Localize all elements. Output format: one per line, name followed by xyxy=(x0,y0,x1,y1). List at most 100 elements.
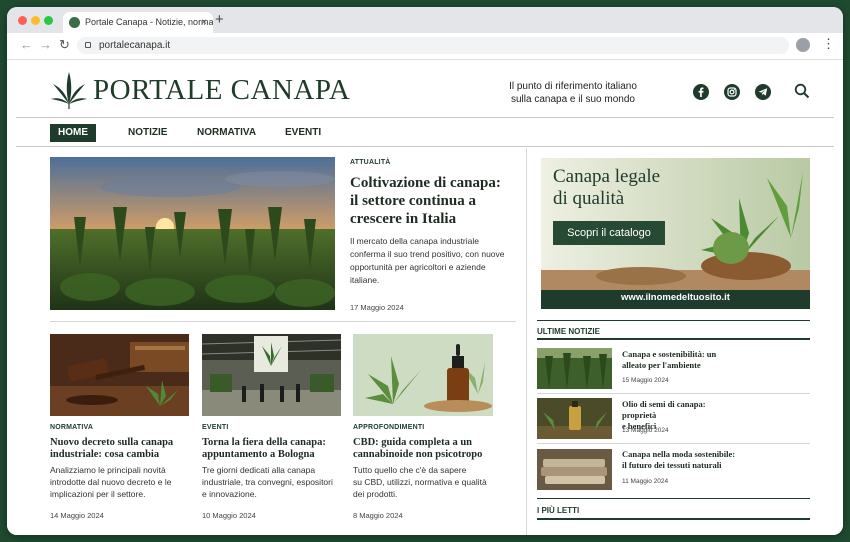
featured-date: 17 Maggio 2024 xyxy=(350,303,404,312)
featured-category[interactable]: ATTUALITÀ xyxy=(350,159,391,166)
new-tab-button[interactable]: + xyxy=(215,11,224,28)
leaf-favicon-icon xyxy=(69,17,80,28)
article-2-date: 10 Maggio 2024 xyxy=(202,511,256,520)
latest-top-line xyxy=(537,320,810,321)
site-tagline: Il punto di riferimento italiano sulla c… xyxy=(503,80,643,106)
latest-divider-1 xyxy=(537,393,810,394)
back-arrow-icon[interactable]: ← xyxy=(20,37,33,52)
promo-banner[interactable]: Canapa legale di qualità Scopri il catal… xyxy=(541,158,810,309)
article-1-title-line-2: industriale: cosa cambia xyxy=(50,449,160,460)
maximize-window-button[interactable] xyxy=(44,16,53,25)
article-1-excerpt: Analizziamo le principali novità introdo… xyxy=(50,464,195,500)
featured-excerpt: Il mercato della canapa industriale conf… xyxy=(350,235,520,287)
banner-site-url[interactable]: www.ilnomedeltuosito.it xyxy=(541,292,810,303)
tagline-line-2: sulla canapa e il suo mondo xyxy=(511,94,635,105)
article-3-date: 8 Maggio 2024 xyxy=(353,511,403,520)
most-read-underline xyxy=(537,518,810,520)
article-1-excerpt-line-3: implicazioni per il settore. xyxy=(50,489,146,499)
article-2-excerpt: Tre giorni dedicati alla canapa industri… xyxy=(202,464,347,500)
article-3-excerpt: Tutto quello che c'è da sapere su CBD, u… xyxy=(353,464,513,500)
profile-avatar[interactable] xyxy=(796,38,810,52)
latest-2-title-line-1: Olio di semi di canapa: proprietà xyxy=(622,399,706,420)
featured-excerpt-line-3: opportunità per agricoltori e aziende xyxy=(350,262,486,272)
latest-1-date: 15 Maggio 2024 xyxy=(622,377,669,384)
url-field[interactable]: portalecanapa.it xyxy=(77,37,789,54)
article-3-title-line-2: cannabinoide non psicotropo xyxy=(353,449,483,460)
latest-2-image[interactable] xyxy=(537,398,612,439)
banner-headline: Canapa legale di qualità xyxy=(553,166,660,210)
latest-1-image[interactable] xyxy=(537,348,612,389)
menu-item-home[interactable]: HOME xyxy=(50,124,96,142)
article-image-cbd-oil[interactable] xyxy=(353,334,493,416)
article-2-title-line-2: appuntamento a Bologna xyxy=(202,449,315,460)
article-2-excerpt-line-2: industriale, tra convegni, espositori xyxy=(202,477,333,487)
latest-3-date: 11 Maggio 2024 xyxy=(622,478,669,485)
close-tab-icon[interactable]: × xyxy=(201,12,207,33)
reload-icon[interactable]: ↻ xyxy=(59,37,70,53)
catalog-button[interactable]: Scopri il catalogo xyxy=(553,221,665,245)
menu-item-normativa[interactable]: NORMATIVA xyxy=(197,124,256,142)
article-2-excerpt-line-1: Tre giorni dedicati alla canapa xyxy=(202,465,316,475)
featured-title-line-3: crescere in Italia xyxy=(350,211,457,227)
address-bar: ← → ↻ portalecanapa.it ⋮ xyxy=(7,33,843,60)
latest-3-title-line-2: il futuro dei tessuti naturali xyxy=(622,460,722,470)
latest-3-title[interactable]: Canapa nella moda sostenibile: il futuro… xyxy=(622,449,742,471)
article-image-gavel[interactable] xyxy=(50,334,189,416)
featured-excerpt-line-2: conferma il suo trend positivo, con nuov… xyxy=(350,249,505,259)
browser-tab[interactable]: Portale Canapa - Notizie, normati × xyxy=(63,12,213,33)
web-page: PORTALE CANAPA Il punto di riferimento i… xyxy=(7,60,843,535)
article-3-excerpt-line-2: su CBD, utilizzi, normativa e qualità xyxy=(353,477,487,487)
most-read-title: I PIÙ LETTI xyxy=(537,506,580,515)
article-image-fair[interactable] xyxy=(202,334,341,416)
article-1-category[interactable]: NORMATIVA xyxy=(50,424,93,431)
url-text: portalecanapa.it xyxy=(99,40,171,51)
featured-excerpt-line-4: italiane. xyxy=(350,275,380,285)
article-2-title-line-1: Torna la fiera della canapa: xyxy=(202,437,326,448)
minimize-window-button[interactable] xyxy=(31,16,40,25)
tab-bar: Portale Canapa - Notizie, normati × + xyxy=(7,7,843,33)
article-2-category[interactable]: EVENTI xyxy=(202,424,228,431)
article-3-excerpt-line-1: Tutto quello che c'è da sapere xyxy=(353,465,467,475)
latest-1-title-line-2: alleato per l'ambiente xyxy=(622,360,701,370)
featured-image-hemp-field-sunset[interactable] xyxy=(50,157,335,310)
article-3-title-line-1: CBD: guida completa a un xyxy=(353,437,473,448)
featured-title-line-2: il settore continua a xyxy=(350,193,476,209)
latest-3-image[interactable] xyxy=(537,449,612,490)
popular-top-line xyxy=(537,498,810,499)
latest-2-date: 13 Maggio 2024 xyxy=(622,427,669,434)
telegram-icon[interactable] xyxy=(755,84,771,100)
article-1-excerpt-line-2: introdotte dal nuovo decreto e le xyxy=(50,477,172,487)
hemp-leaf-logo-icon[interactable] xyxy=(50,70,88,110)
article-1-title-line-1: Nuovo decreto sulla canapa xyxy=(50,437,174,448)
tagline-line-1: Il punto di riferimento italiano xyxy=(509,81,637,92)
close-window-button[interactable] xyxy=(18,16,27,25)
instagram-icon[interactable] xyxy=(724,84,740,100)
menu-item-eventi[interactable]: EVENTI xyxy=(285,124,321,142)
article-1-excerpt-line-1: Analizziamo le principali novità xyxy=(50,465,166,475)
featured-divider xyxy=(50,321,516,322)
article-2-excerpt-line-3: e innovazione. xyxy=(202,489,257,499)
browser-window: Portale Canapa - Notizie, normati × + ← … xyxy=(7,7,843,535)
menu-item-notizie[interactable]: NOTIZIE xyxy=(128,124,167,142)
featured-title-line-1: Coltivazione di canapa: xyxy=(350,175,501,191)
article-1-title[interactable]: Nuovo decreto sulla canapa industriale: … xyxy=(50,437,195,461)
latest-1-title-line-1: Canapa e sostenibilità: un xyxy=(622,349,717,359)
search-icon[interactable] xyxy=(794,83,810,99)
menu-kebab-icon[interactable]: ⋮ xyxy=(822,36,835,52)
facebook-icon[interactable] xyxy=(693,84,709,100)
banner-headline-line-2: di qualità xyxy=(553,188,625,209)
featured-title[interactable]: Coltivazione di canapa: il settore conti… xyxy=(350,174,515,228)
article-3-title[interactable]: CBD: guida completa a un cannabinoide no… xyxy=(353,437,513,461)
lock-icon xyxy=(85,42,91,48)
article-1-date: 14 Maggio 2024 xyxy=(50,511,104,520)
latest-1-title[interactable]: Canapa e sostenibilità: un alleato per l… xyxy=(622,349,732,371)
forward-arrow-icon[interactable]: → xyxy=(39,37,52,52)
site-brand[interactable]: PORTALE CANAPA xyxy=(93,74,350,107)
column-divider xyxy=(526,148,527,535)
article-3-excerpt-line-3: dei prodotti. xyxy=(353,489,398,499)
article-3-category[interactable]: APPROFONDIMENTI xyxy=(353,424,424,431)
tab-title: Portale Canapa - Notizie, normati xyxy=(85,17,213,27)
featured-excerpt-line-1: Il mercato della canapa industriale xyxy=(350,236,479,246)
latest-divider-2 xyxy=(537,443,810,444)
article-2-title[interactable]: Torna la fiera della canapa: appuntament… xyxy=(202,437,347,461)
